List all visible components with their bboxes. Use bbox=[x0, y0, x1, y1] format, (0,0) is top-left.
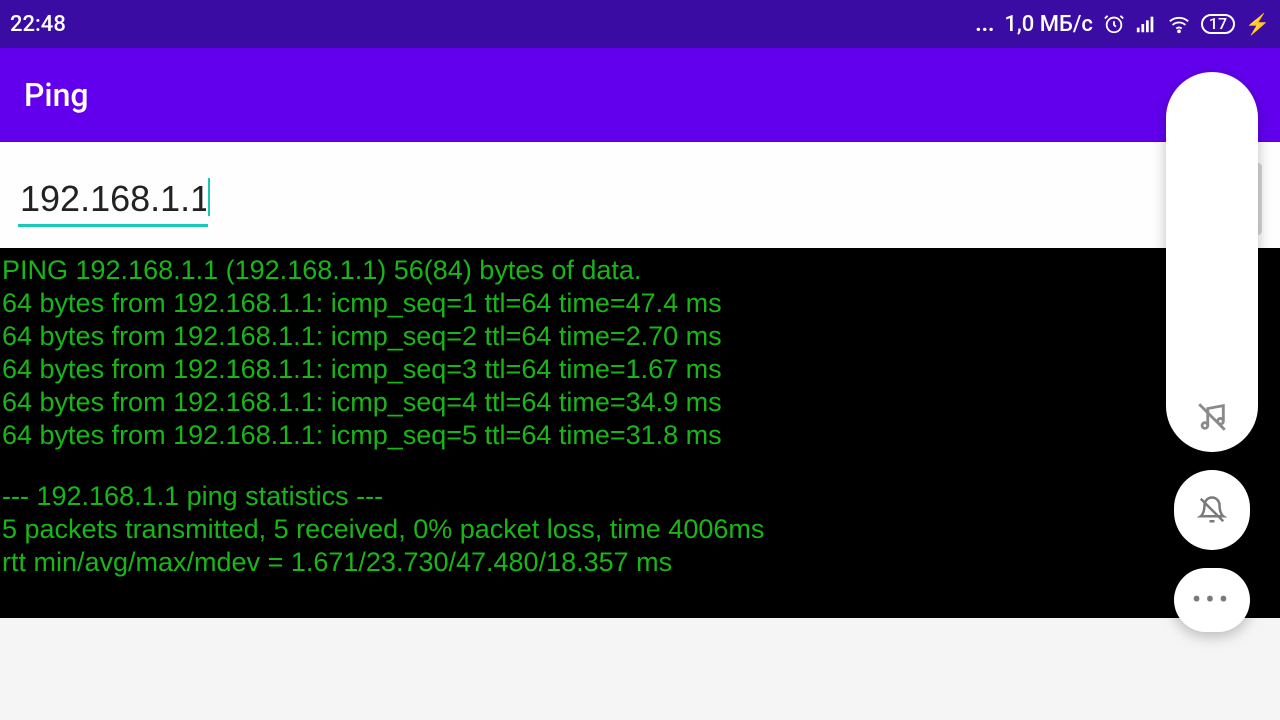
battery-icon: 17 bbox=[1201, 14, 1235, 34]
terminal-line bbox=[2, 452, 1278, 480]
notifications-off-button[interactable] bbox=[1174, 470, 1250, 550]
music-off-icon bbox=[1195, 400, 1229, 434]
bell-off-icon bbox=[1197, 495, 1227, 525]
terminal-line: 64 bytes from 192.168.1.1: icmp_seq=2 tt… bbox=[2, 320, 1278, 353]
status-bar: 22:48 ... 1,0 МБ/с 17 ⚡ bbox=[0, 0, 1280, 48]
app-title: Ping bbox=[24, 76, 89, 114]
charging-icon: ⚡ bbox=[1245, 12, 1270, 36]
screenshot-scroll-handle[interactable] bbox=[1166, 72, 1258, 452]
terminal-line: 5 packets transmitted, 5 received, 0% pa… bbox=[2, 513, 1278, 546]
text-cursor bbox=[208, 178, 210, 216]
more-icon: ••• bbox=[1192, 586, 1232, 614]
more-button[interactable]: ••• bbox=[1174, 568, 1250, 632]
app-bar: Ping bbox=[0, 48, 1280, 142]
terminal-line: PING 192.168.1.1 (192.168.1.1) 56(84) by… bbox=[2, 254, 1278, 287]
terminal-line: --- 192.168.1.1 ping statistics --- bbox=[2, 480, 1278, 513]
signal-icon bbox=[1135, 13, 1157, 35]
ip-input[interactable] bbox=[18, 172, 208, 227]
input-row bbox=[0, 142, 1280, 248]
ping-output[interactable]: PING 192.168.1.1 (192.168.1.1) 56(84) by… bbox=[0, 248, 1280, 618]
clock: 22:48 bbox=[10, 12, 66, 37]
alarm-icon bbox=[1103, 13, 1125, 35]
terminal-line: rtt min/avg/max/mdev = 1.671/23.730/47.4… bbox=[2, 546, 1278, 579]
terminal-line: 64 bytes from 192.168.1.1: icmp_seq=5 tt… bbox=[2, 419, 1278, 452]
status-icons: ... 1,0 МБ/с 17 ⚡ bbox=[975, 12, 1270, 37]
wifi-icon bbox=[1167, 13, 1191, 35]
terminal-line: 64 bytes from 192.168.1.1: icmp_seq=3 tt… bbox=[2, 353, 1278, 386]
menu-dots: ... bbox=[975, 12, 994, 37]
terminal-line: 64 bytes from 192.168.1.1: icmp_seq=4 tt… bbox=[2, 386, 1278, 419]
terminal-line: 64 bytes from 192.168.1.1: icmp_seq=1 tt… bbox=[2, 287, 1278, 320]
side-floating-panel: ••• bbox=[1166, 72, 1258, 632]
net-speed: 1,0 МБ/с bbox=[1004, 12, 1093, 37]
